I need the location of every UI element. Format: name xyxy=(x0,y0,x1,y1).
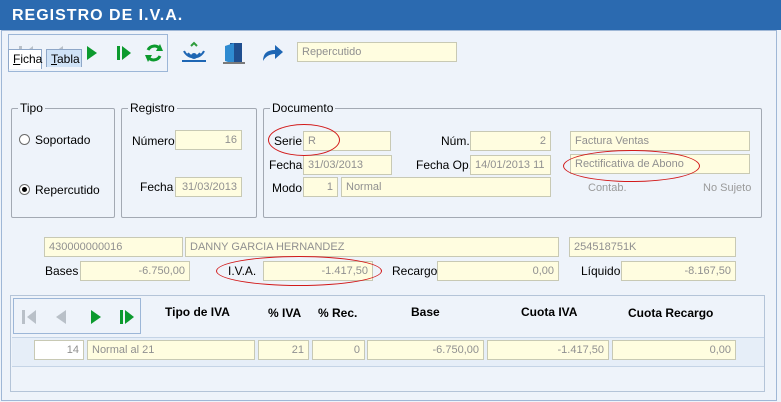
doc-fecha-field[interactable]: 31/03/2013 xyxy=(303,155,392,175)
next-icon xyxy=(91,310,101,324)
window-title: REGISTRO DE I.V.A. xyxy=(0,0,781,30)
antenna-button[interactable] xyxy=(180,40,208,66)
recargo-label: Recargo xyxy=(392,264,438,278)
soportado-label: Soportado xyxy=(35,133,91,147)
next-record-button[interactable] xyxy=(80,41,104,65)
grid-first-button[interactable] xyxy=(18,305,40,329)
tipo-factura-field[interactable]: Factura Ventas xyxy=(570,131,750,151)
tab-ficha[interactable]: Ficha xyxy=(8,49,42,69)
header-cuota-iva: Cuota IVA xyxy=(521,305,578,319)
recargo-field[interactable]: 0,00 xyxy=(437,261,559,281)
exit-button[interactable] xyxy=(220,40,248,66)
registro-fecha-label: Fecha xyxy=(140,180,174,194)
modo-label: Modo xyxy=(272,181,303,195)
forward-arrow-icon xyxy=(263,45,283,61)
contab-label: Contab. xyxy=(588,182,627,194)
tab-tabla-label: abla xyxy=(57,52,80,66)
repercutido-radio[interactable] xyxy=(19,184,30,195)
num-field[interactable]: 2 xyxy=(470,131,551,151)
grid-prev-button[interactable] xyxy=(50,305,72,329)
header-cuota-recargo: Cuota Recargo xyxy=(628,306,714,320)
row-pct-rec-cell[interactable]: 0 xyxy=(312,340,365,360)
tab-ficha-label: icha xyxy=(20,52,43,66)
no-sujeto-label: No Sujeto xyxy=(703,182,752,194)
next-icon xyxy=(87,46,97,60)
refresh-icon xyxy=(145,44,163,62)
refresh-button[interactable] xyxy=(142,41,166,65)
fechaop-label: Fecha Op. xyxy=(416,158,473,172)
tipo-group: Tipo xyxy=(11,101,115,218)
prev-icon xyxy=(56,310,66,324)
last-record-button[interactable] xyxy=(112,41,136,65)
row-base-cell[interactable]: -6.750,00 xyxy=(367,340,484,360)
mode-field[interactable]: Repercutido xyxy=(297,42,457,62)
nif-field[interactable]: 254518751K xyxy=(569,237,736,257)
tipo-group-title: Tipo xyxy=(18,101,45,115)
header-base: Base xyxy=(411,305,440,319)
row-cuota-cell[interactable]: -1.417,50 xyxy=(487,340,609,360)
radio-dot xyxy=(22,187,27,192)
row-code-cell[interactable]: 14 xyxy=(34,340,84,360)
header-pct-rec: % Rec. xyxy=(318,306,358,320)
numero-label: Número xyxy=(132,134,175,148)
numero-field[interactable]: 16 xyxy=(175,130,242,150)
annotation-ellipse-iva xyxy=(216,256,382,286)
row-cuota-recargo-cell[interactable]: 0,00 xyxy=(612,340,736,360)
cuenta-field[interactable]: 430000000016 xyxy=(44,237,183,257)
first-icon xyxy=(22,310,36,324)
registro-fecha-field[interactable]: 31/03/2013 xyxy=(175,177,242,197)
grid-next-button[interactable] xyxy=(85,305,107,329)
row-tipo-cell[interactable]: Normal al 21 xyxy=(87,340,255,360)
liquido-field[interactable]: -8.167,50 xyxy=(621,261,736,281)
header-pct-iva: % IVA xyxy=(268,306,302,320)
annotation-ellipse-rectificativa xyxy=(563,150,700,182)
last-icon xyxy=(120,310,134,324)
registro-group-title: Registro xyxy=(128,101,177,115)
antenna-icon xyxy=(182,41,206,62)
repercutido-label: Repercutido xyxy=(35,183,100,197)
forward-button[interactable] xyxy=(258,40,286,66)
header-tipo-iva: Tipo de IVA xyxy=(165,305,230,319)
bases-label: Bases xyxy=(45,264,79,278)
num-label: Núm. xyxy=(441,134,470,148)
fechaop-field[interactable]: 14/01/2013 11 xyxy=(470,155,551,175)
row-pct-iva-cell[interactable]: 21 xyxy=(258,340,309,360)
tab-tabla[interactable]: Tabla xyxy=(46,49,82,67)
modo-code-field[interactable]: 1 xyxy=(303,177,338,197)
exit-door-icon xyxy=(223,43,245,64)
modo-desc-field[interactable]: Normal xyxy=(341,177,551,197)
doc-fecha-label: Fecha xyxy=(269,158,303,172)
grid-last-button[interactable] xyxy=(116,305,138,329)
last-icon xyxy=(117,46,131,60)
liquido-label: Líquido xyxy=(581,264,621,278)
soportado-radio[interactable] xyxy=(19,134,30,145)
registro-group: Registro xyxy=(121,101,257,218)
documento-group-title: Documento xyxy=(270,101,336,115)
nombre-field[interactable]: DANNY GARCIA HERNANDEZ xyxy=(185,237,559,257)
bases-field[interactable]: -6.750,00 xyxy=(80,261,190,281)
annotation-ellipse-serie xyxy=(268,124,340,156)
